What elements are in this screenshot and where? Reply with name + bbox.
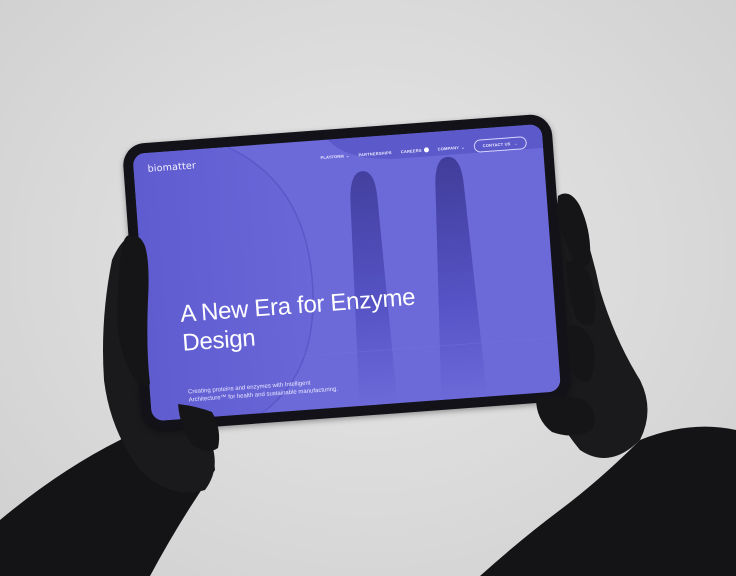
fingers-silhouette — [117, 193, 596, 452]
photo-scene: biomatter PLATFORM ⌄ PARTNERSHIPS CAREER… — [0, 0, 736, 576]
